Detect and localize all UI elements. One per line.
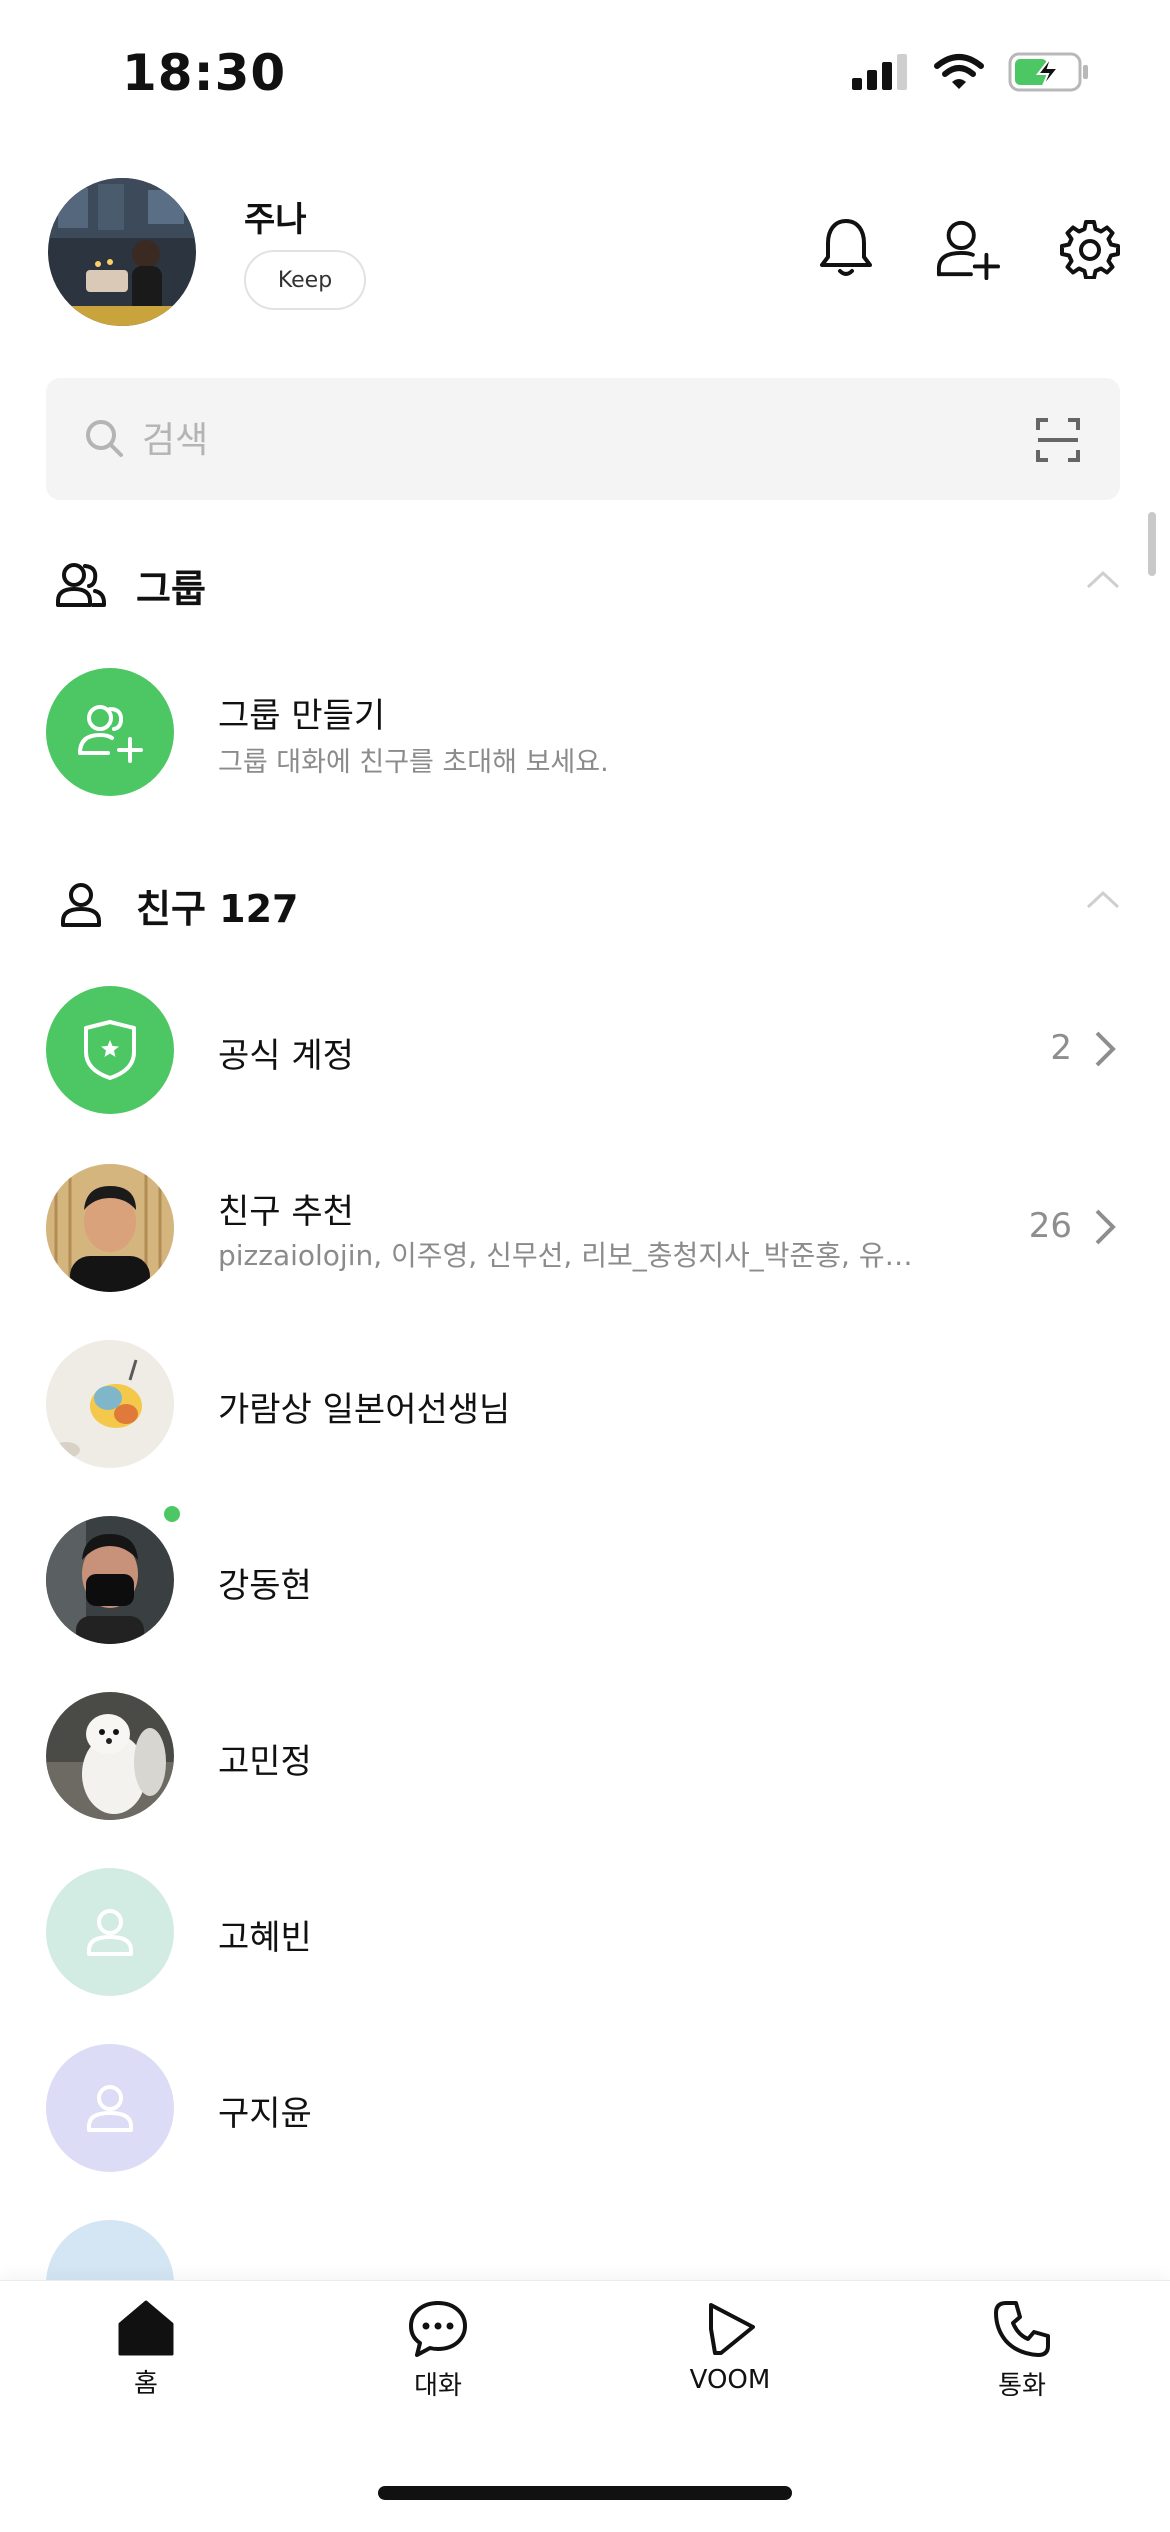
default-person-icon (87, 2085, 133, 2132)
default-person-icon (87, 1909, 133, 1956)
friend-recommendations-row[interactable]: 친구 추천 pizzaiolojin, 이주영, 신무선, 리보_충청지사_박준… (46, 1164, 1120, 1294)
friend-row[interactable]: 강동현 (46, 1506, 1120, 1646)
status-bar: 18:30 (0, 0, 1170, 150)
status-time: 18:30 (122, 44, 287, 102)
profile-header: 주나 Keep (48, 178, 1122, 330)
official-accounts-title: 공식 계정 (218, 1036, 354, 1076)
add-group-icon (78, 705, 143, 763)
recommendations-title: 친구 추천 (218, 1192, 354, 1232)
gear-icon (1060, 220, 1120, 279)
group-section-title: 그룹 (136, 566, 206, 611)
recommendations-names: pizzaiolojin, 이주영, 신무선, 리보_충청지사_박준홍, 유… (218, 1239, 913, 1272)
nav-home[interactable]: 홈 (66, 2299, 226, 2429)
friend-row[interactable]: 구지윤 (46, 2044, 1120, 2174)
group-icon (54, 558, 108, 612)
keep-button[interactable]: Keep (244, 250, 366, 310)
friend-name: 가람상 일본어선생님 (218, 1390, 511, 1430)
chevron-up-icon[interactable] (1086, 890, 1120, 910)
profile-photo (48, 178, 196, 326)
recommendation-avatar (46, 1164, 174, 1292)
chat-bubble-icon (409, 2301, 467, 2357)
status-icons (852, 52, 1090, 92)
phone-icon (994, 2301, 1050, 2357)
voom-play-icon (709, 2303, 755, 2355)
scrollbar[interactable] (1148, 512, 1156, 576)
home-icon (118, 2300, 174, 2356)
friend-row[interactable]: 고민정 (46, 1692, 1120, 1822)
bell-icon (820, 219, 872, 276)
official-accounts-count: 2 (1050, 1028, 1072, 1068)
nav-voom-label: VOOM (689, 2365, 771, 2395)
friends-section-title: 친구 127 (136, 886, 299, 931)
nav-home-label: 홈 (134, 2369, 158, 2399)
friend-avatar (46, 1340, 174, 1468)
friend-name: 고혜빈 (218, 1918, 312, 1958)
friends-section-header[interactable]: 친구 127 (54, 870, 1120, 940)
cellular-signal-icon (852, 54, 907, 90)
create-group-avatar (46, 668, 174, 796)
wifi-icon (934, 54, 984, 89)
profile-name[interactable]: 주나 (244, 192, 307, 241)
nav-voom[interactable]: VOOM (650, 2299, 810, 2429)
official-accounts-avatar (46, 986, 174, 1114)
qr-scan-icon[interactable] (1036, 418, 1080, 462)
header-actions (814, 214, 1122, 284)
profile-avatar[interactable] (48, 178, 196, 326)
recommendations-count: 26 (1028, 1206, 1072, 1246)
friend-avatar (46, 2044, 174, 2172)
notifications-button[interactable] (814, 214, 878, 284)
friend-row[interactable]: 가람상 일본어선생님 (46, 1340, 1120, 1470)
nav-chat[interactable]: 대화 (358, 2299, 518, 2429)
search-icon (86, 420, 123, 457)
create-group-subtitle: 그룹 대화에 친구를 초대해 보세요. (218, 747, 609, 778)
group-section-header[interactable]: 그룹 (54, 550, 1120, 620)
settings-button[interactable] (1058, 214, 1122, 284)
add-friend-button[interactable] (936, 214, 1000, 284)
friend-name: 구지윤 (218, 2094, 312, 2134)
friend-name: 고민정 (218, 1742, 312, 1782)
friend-row[interactable]: 고혜빈 (46, 1868, 1120, 1998)
search-bar[interactable] (46, 378, 1120, 500)
official-accounts-row[interactable]: 공식 계정 2 (46, 986, 1120, 1116)
friend-avatar (46, 1868, 174, 1996)
home-indicator[interactable] (378, 2486, 792, 2500)
friend-avatar (46, 2220, 174, 2280)
search-input[interactable] (142, 412, 942, 468)
shield-star-icon (84, 1020, 136, 1080)
nav-chat-label: 대화 (414, 2371, 462, 2401)
friend-name: 강동현 (218, 1566, 312, 1606)
online-status-dot (164, 1506, 180, 1522)
create-group-row[interactable]: 그룹 만들기 그룹 대화에 친구를 초대해 보세요. (46, 668, 1120, 798)
chevron-right-icon (1095, 1209, 1116, 1245)
person-icon (54, 878, 108, 932)
create-group-title: 그룹 만들기 (218, 696, 386, 736)
chevron-right-icon (1095, 1031, 1116, 1067)
nav-call-label: 통화 (998, 2371, 1046, 2401)
friend-avatar (46, 1516, 174, 1644)
battery-charging-icon (1008, 52, 1088, 92)
add-friend-icon (936, 220, 1000, 281)
nav-call[interactable]: 통화 (942, 2299, 1102, 2429)
friend-row-partial[interactable] (46, 2220, 1120, 2280)
friend-avatar (46, 1692, 174, 1820)
chevron-up-icon[interactable] (1086, 570, 1120, 590)
